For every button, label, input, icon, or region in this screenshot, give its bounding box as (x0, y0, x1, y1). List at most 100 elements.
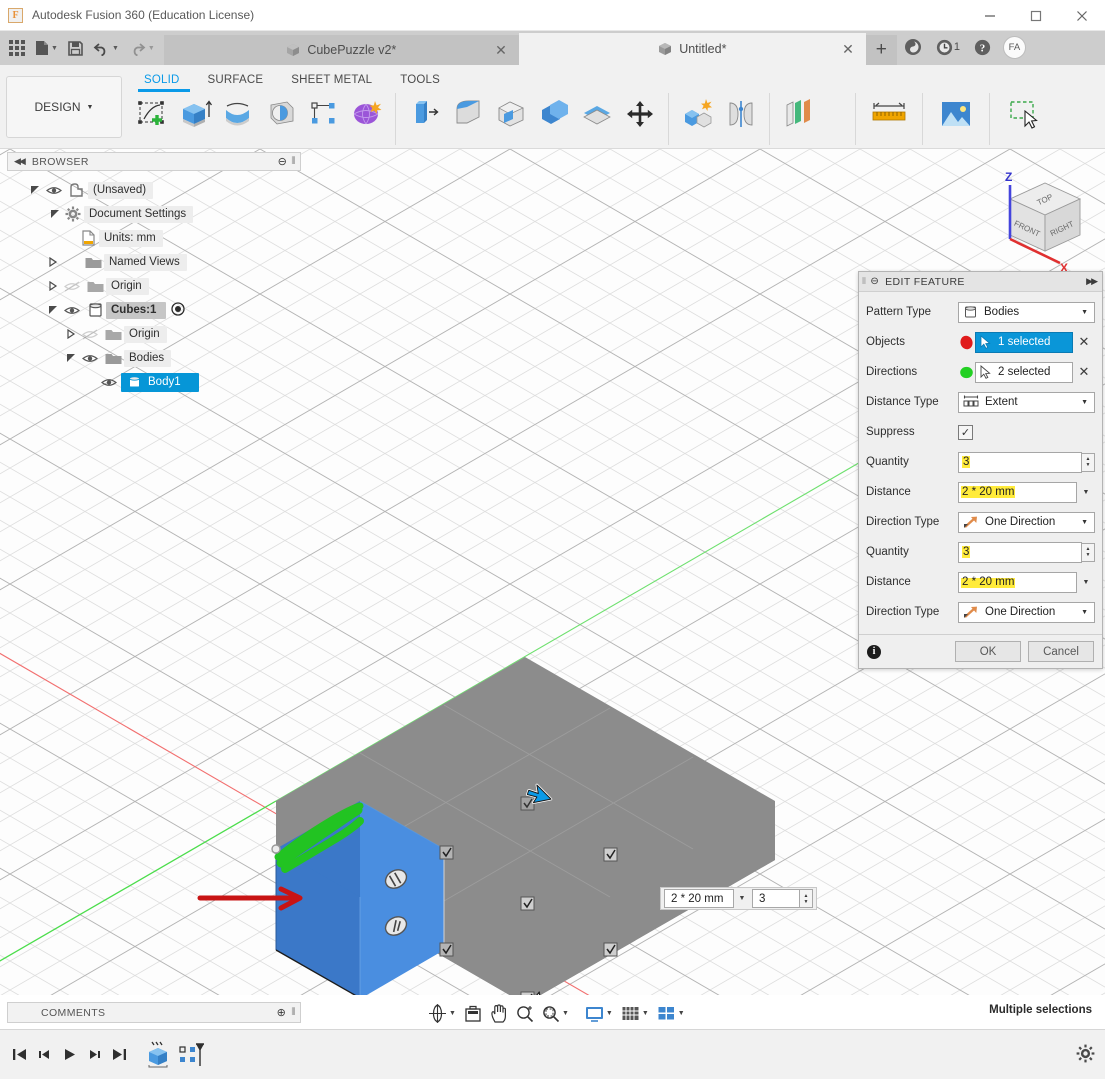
minus-circle-icon[interactable]: ⊖ (278, 155, 288, 168)
fillet-icon[interactable] (446, 93, 489, 135)
pattern-type-dropdown[interactable]: Bodies ▼ (958, 302, 1095, 323)
chevron-down-icon[interactable]: ▼ (678, 1010, 685, 1017)
distance-1-input[interactable]: 2 * 20 mm (958, 482, 1077, 503)
ok-button[interactable]: OK (955, 641, 1021, 662)
chevron-down-icon[interactable]: ▼ (51, 45, 58, 52)
quantity-1-input[interactable]: 3 (958, 452, 1082, 473)
chevron-down-icon[interactable]: ▼ (562, 1010, 569, 1017)
plus-circle-icon[interactable]: ⊕ (277, 1006, 287, 1019)
minimize-icon[interactable] (967, 0, 1013, 31)
tree-item-document-settings[interactable]: Document Settings (7, 202, 301, 226)
undo-button[interactable]: ▼ (88, 34, 124, 62)
collapse-left-icon[interactable]: ◀◀ (14, 156, 24, 167)
tree-item-origin-nested[interactable]: Origin (7, 322, 301, 346)
direction-type-1-dropdown[interactable]: One Direction ▼ (958, 512, 1095, 533)
tree-item-cubes[interactable]: Cubes:1 (7, 298, 301, 322)
close-icon[interactable] (1059, 0, 1105, 31)
directions-selection-button[interactable]: 2 selected (975, 362, 1073, 383)
tab-surface[interactable]: SURFACE (194, 70, 278, 89)
chevron-down-icon[interactable]: ▼ (734, 895, 750, 902)
revolve-icon[interactable] (216, 93, 259, 135)
tree-item-units[interactable]: Units: mm (7, 226, 301, 250)
document-tab-untitled[interactable]: Untitled* ✕ (519, 33, 866, 65)
tab-tools[interactable]: TOOLS (386, 70, 454, 89)
zoom-icon[interactable] (512, 1001, 538, 1026)
direction-type-2-dropdown[interactable]: One Direction ▼ (958, 602, 1095, 623)
pattern-feature-icon[interactable] (176, 1040, 206, 1070)
chevron-down-icon[interactable]: ▼ (642, 1010, 649, 1017)
spin-down-icon[interactable]: ▼ (1086, 462, 1091, 468)
step-back-icon[interactable] (32, 1040, 57, 1070)
inline-quantity-stepper[interactable]: ▲ ▼ (800, 889, 813, 908)
step-forward-icon[interactable] (82, 1040, 107, 1070)
tab-solid[interactable]: SOLID (130, 70, 194, 89)
grid-snap-icon[interactable]: ▼ (617, 1001, 653, 1026)
visibility-eye-icon[interactable] (42, 185, 66, 196)
close-icon[interactable]: ✕ (842, 42, 854, 56)
activate-component-radio[interactable] (171, 302, 185, 319)
create-sketch-icon[interactable] (130, 93, 173, 135)
look-at-icon[interactable] (460, 1001, 486, 1026)
sweep-icon[interactable] (259, 93, 302, 135)
insert-image-icon[interactable] (930, 93, 982, 135)
visibility-eye-icon[interactable] (60, 305, 84, 316)
visibility-eye-icon[interactable] (78, 353, 102, 364)
expand-right-icon[interactable]: ▶▶ (1086, 276, 1096, 287)
extrude-feature-icon[interactable] (142, 1040, 176, 1070)
tree-item-body1[interactable]: Body1 (7, 370, 301, 394)
visibility-eye-icon[interactable] (97, 377, 121, 388)
notifications-icon[interactable]: 1 (929, 32, 967, 62)
quantity-2-stepper[interactable]: ▲ ▼ (1082, 543, 1095, 562)
distance-2-input[interactable]: 2 * 20 mm (958, 572, 1077, 593)
tree-item-unsaved[interactable]: (Unsaved) (7, 178, 301, 202)
help-icon[interactable]: ? (967, 32, 998, 62)
skip-start-icon[interactable] (7, 1040, 32, 1070)
inline-manipulator[interactable]: 2 * 20 mm ▼ 3 ▲ ▼ (660, 887, 817, 910)
measure-icon[interactable] (863, 93, 915, 135)
dialog-grip[interactable]: ⦀ (862, 276, 866, 287)
inline-quantity-value[interactable]: 3 (752, 889, 800, 908)
spin-down-icon[interactable]: ▼ (1086, 552, 1091, 558)
document-tab-cubepuzzle[interactable]: CubePuzzle v2* ✕ (164, 35, 519, 65)
extrude-icon[interactable] (173, 93, 216, 135)
press-pull-icon[interactable] (403, 93, 446, 135)
clear-objects-selection-icon[interactable]: ✕ (1073, 334, 1095, 350)
dialog-title-bar[interactable]: ⦀ ⊖ EDIT FEATURE ▶▶ (859, 272, 1102, 292)
comments-panel-header[interactable]: COMMENTS ⊕ ⦀ (7, 1002, 301, 1023)
objects-selection-button[interactable]: 1 selected (975, 332, 1073, 353)
form-icon[interactable] (345, 93, 388, 135)
info-icon[interactable]: i (867, 645, 881, 659)
quantity-1-stepper[interactable]: ▲ ▼ (1082, 453, 1095, 472)
new-tab-button[interactable]: + (866, 35, 897, 65)
tree-item-origin-root[interactable]: Origin (7, 274, 301, 298)
panel-grip[interactable]: ⦀ (291, 1007, 296, 1018)
suppress-checkbox[interactable]: ✓ (958, 425, 973, 440)
combine-icon[interactable] (532, 93, 575, 135)
pan-icon[interactable] (486, 1001, 512, 1026)
expand-triangle-icon[interactable] (27, 185, 42, 195)
collapse-triangle-icon[interactable] (63, 329, 78, 339)
inline-distance-value[interactable]: 2 * 20 mm (664, 889, 734, 908)
tree-item-bodies[interactable]: Bodies (7, 346, 301, 370)
loft-icon[interactable] (302, 93, 345, 135)
close-icon[interactable]: ✕ (495, 43, 507, 57)
workspace-selector[interactable]: DESIGN ▼ (6, 76, 122, 138)
clear-directions-selection-icon[interactable]: ✕ (1073, 364, 1095, 380)
select-icon[interactable] (997, 93, 1049, 135)
chevron-down-icon[interactable]: ▼ (148, 45, 155, 52)
skip-end-icon[interactable] (107, 1040, 132, 1070)
expand-triangle-icon[interactable] (63, 353, 78, 363)
chevron-down-icon[interactable]: ▼ (449, 1010, 456, 1017)
tree-item-named-views[interactable]: Named Views (7, 250, 301, 274)
chevron-down-icon[interactable]: ▼ (606, 1010, 613, 1017)
viewports-icon[interactable]: ▼ (653, 1001, 689, 1026)
visibility-eye-off-icon[interactable] (60, 281, 84, 292)
gear-icon[interactable] (1076, 1044, 1095, 1066)
visibility-eye-off-icon[interactable] (78, 329, 102, 340)
grid-icon[interactable] (4, 34, 30, 62)
display-settings-icon[interactable]: ▼ (581, 1001, 617, 1026)
chevron-down-icon[interactable]: ▼ (1077, 489, 1095, 496)
minus-circle-icon[interactable]: ⊖ (870, 276, 879, 287)
distance-type-dropdown[interactable]: Extent ▼ (958, 392, 1095, 413)
new-file-button[interactable]: ▼ (30, 34, 63, 62)
